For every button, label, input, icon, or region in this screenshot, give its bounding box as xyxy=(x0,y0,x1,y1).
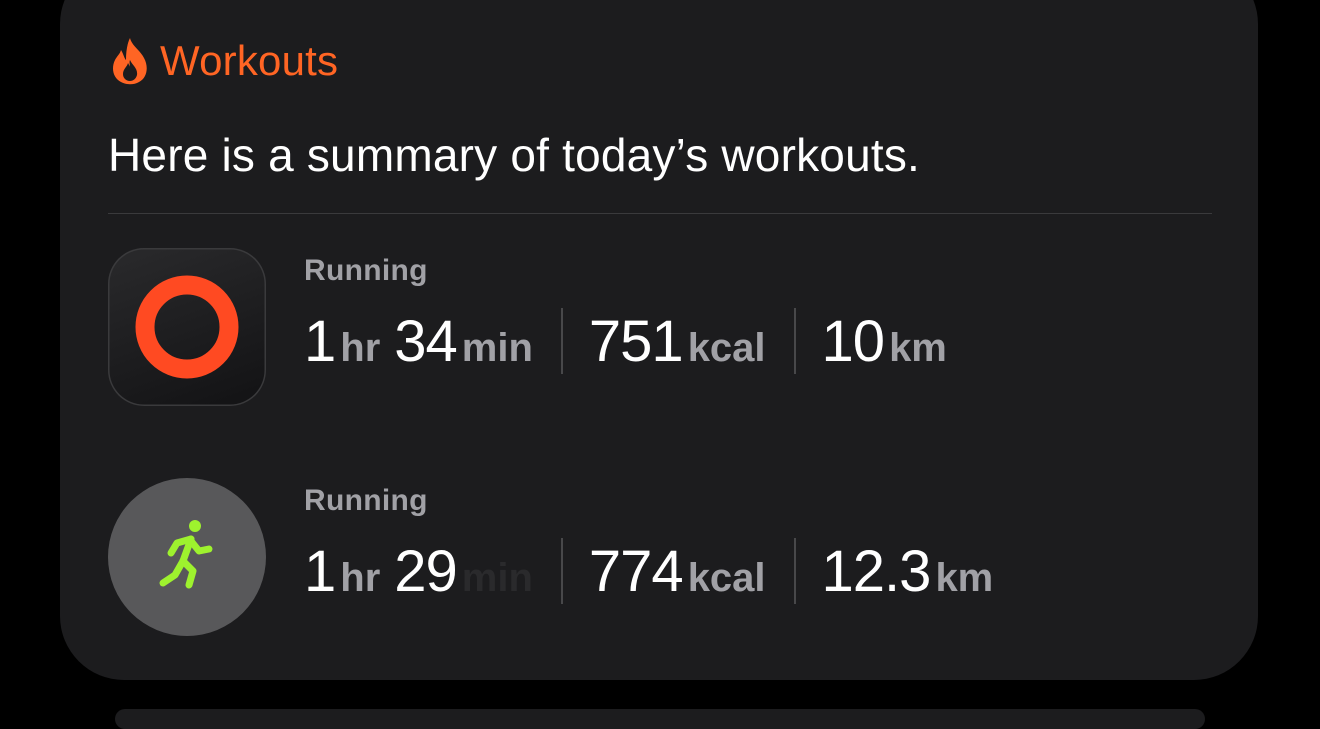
stat-separator xyxy=(793,538,796,604)
next-card-edge xyxy=(115,709,1205,729)
energy-stat: 751 kcal xyxy=(589,308,780,375)
duration-minutes-unit: min xyxy=(461,555,533,600)
stat-separator xyxy=(793,308,796,374)
distance-stat: 10 km xyxy=(822,308,961,375)
activity-ring-icon xyxy=(108,248,266,406)
divider xyxy=(108,213,1212,214)
duration-stat: 1 hr 34 min xyxy=(304,308,547,375)
stat-separator xyxy=(560,538,563,604)
workout-stats: 1 hr 34 min 751 kcal 10 km xyxy=(304,306,961,376)
card-header: Workouts xyxy=(108,32,338,90)
distance-unit: km xyxy=(935,555,994,600)
workout-row[interactable]: Running 1 hr 29 min 774 kcal 12.3 km xyxy=(108,478,1212,638)
stat-separator xyxy=(560,308,563,374)
energy-value: 774 xyxy=(588,538,684,604)
duration-minutes: 34 xyxy=(394,308,458,374)
flame-icon xyxy=(108,35,152,87)
workout-stats: 1 hr 29 min 774 kcal 12.3 km xyxy=(304,536,1007,606)
distance-unit: km xyxy=(889,325,947,370)
workout-row[interactable]: Running 1 hr 34 min 751 kcal 10 km xyxy=(108,248,1212,408)
distance-value: 10 xyxy=(821,308,886,374)
card-title: Workouts xyxy=(160,37,339,84)
distance-value: 12.3 xyxy=(821,538,932,604)
duration-hours: 1 xyxy=(304,538,336,604)
duration-hours-unit: hr xyxy=(340,555,381,600)
duration-minutes: 29 xyxy=(394,538,458,604)
activity-type: Running xyxy=(304,254,428,287)
duration-hours: 1 xyxy=(304,308,336,374)
energy-stat: 774 kcal xyxy=(589,538,780,605)
summary-text: Here is a summary of today’s workouts. xyxy=(108,129,921,181)
running-figure-icon xyxy=(108,478,266,636)
energy-value: 751 xyxy=(588,308,684,374)
energy-unit: kcal xyxy=(687,325,766,370)
duration-hours-unit: hr xyxy=(340,325,381,370)
distance-stat: 12.3 km xyxy=(822,538,1008,605)
duration-stat: 1 hr 29 min xyxy=(304,538,547,605)
activity-type: Running xyxy=(304,484,428,517)
energy-unit: kcal xyxy=(687,555,766,600)
duration-minutes-unit: min xyxy=(461,325,533,370)
